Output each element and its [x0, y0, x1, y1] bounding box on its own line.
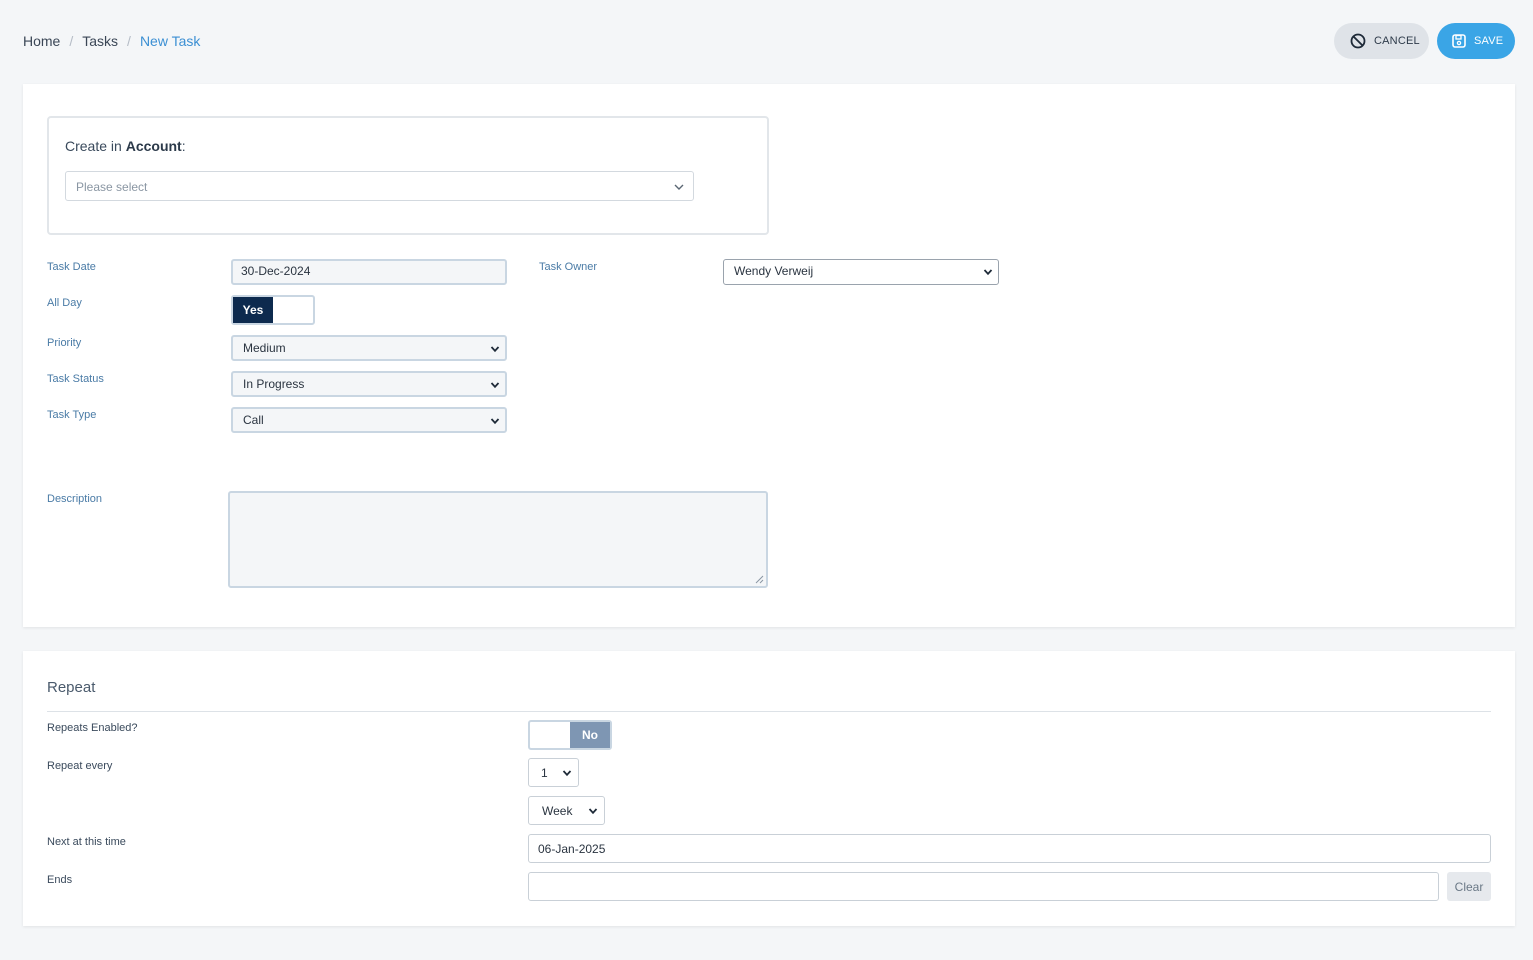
chevron-down-icon	[490, 382, 500, 389]
cancel-button[interactable]: CANCEL	[1334, 23, 1429, 59]
task-type-select[interactable]: Call	[231, 407, 507, 433]
task-form-card: Create in Account: Please select Task Da…	[23, 84, 1515, 627]
account-title-entity: Account	[125, 138, 182, 154]
breadcrumb: Home / Tasks / New Task	[23, 33, 200, 49]
description-label: Description	[47, 493, 103, 505]
account-select[interactable]: Please select	[65, 171, 694, 201]
task-status-value: In Progress	[243, 377, 305, 391]
save-label: SAVE	[1474, 35, 1504, 47]
next-time-input[interactable]: 06-Jan-2025	[528, 834, 1491, 863]
task-type-label: Task Type	[47, 409, 97, 421]
resize-grip-icon[interactable]	[755, 575, 764, 584]
all-day-label: All Day	[47, 297, 82, 309]
next-time-label: Next at this time	[47, 836, 126, 848]
task-type-value: Call	[243, 413, 264, 427]
task-date-input[interactable]: 30-Dec-2024	[231, 259, 507, 285]
account-title-prefix: Create in	[65, 138, 126, 154]
all-day-toggle[interactable]: Yes	[231, 295, 315, 325]
account-panel: Create in Account: Please select	[47, 116, 769, 235]
ends-label: Ends	[47, 874, 73, 886]
chevron-down-icon	[674, 184, 684, 190]
ends-input[interactable]	[528, 872, 1439, 901]
save-icon	[1452, 34, 1466, 48]
chevron-down-icon	[490, 418, 500, 425]
account-title-suffix: :	[181, 138, 186, 154]
breadcrumb-current: New Task	[139, 33, 201, 49]
priority-label: Priority	[47, 337, 82, 349]
task-status-label: Task Status	[47, 373, 104, 385]
breadcrumb-tasks[interactable]: Tasks	[82, 33, 118, 49]
repeat-count-value: 1	[541, 766, 548, 780]
chevron-down-icon	[490, 346, 500, 353]
repeat-every-label: Repeat every	[47, 760, 113, 772]
task-status-select[interactable]: In Progress	[231, 371, 507, 397]
task-date-label: Task Date	[47, 261, 96, 273]
task-owner-label: Task Owner	[539, 261, 598, 273]
account-title: Create in Account:	[65, 138, 186, 154]
breadcrumb-separator: /	[127, 33, 131, 49]
divider	[47, 711, 1491, 712]
chevron-down-icon	[588, 808, 598, 815]
description-textarea[interactable]	[228, 491, 768, 588]
priority-select[interactable]: Medium	[231, 335, 507, 361]
task-owner-select[interactable]: Wendy Verweij	[723, 259, 999, 285]
repeat-count-select[interactable]: 1	[528, 758, 579, 787]
repeat-unit-value: Week	[542, 804, 573, 818]
repeats-enabled-toggle[interactable]: No	[528, 720, 612, 750]
breadcrumb-home[interactable]: Home	[23, 33, 60, 49]
repeats-enabled-label: Repeats Enabled?	[47, 722, 138, 734]
chevron-down-icon	[983, 269, 993, 276]
repeat-title: Repeat	[47, 679, 96, 696]
priority-value: Medium	[243, 341, 286, 355]
repeats-enabled-no: No	[570, 722, 610, 748]
task-owner-value: Wendy Verweij	[734, 264, 814, 278]
clear-button[interactable]: Clear	[1447, 872, 1491, 901]
account-select-placeholder: Please select	[76, 180, 148, 194]
cancel-label: CANCEL	[1374, 35, 1420, 47]
repeat-unit-select[interactable]: Week	[528, 796, 605, 825]
repeat-card: Repeat Repeats Enabled? No Repeat every …	[23, 651, 1515, 926]
all-day-yes: Yes	[233, 297, 273, 323]
cancel-icon	[1350, 33, 1366, 49]
breadcrumb-separator: /	[69, 33, 74, 49]
chevron-down-icon	[562, 770, 572, 777]
save-button[interactable]: SAVE	[1437, 23, 1515, 59]
